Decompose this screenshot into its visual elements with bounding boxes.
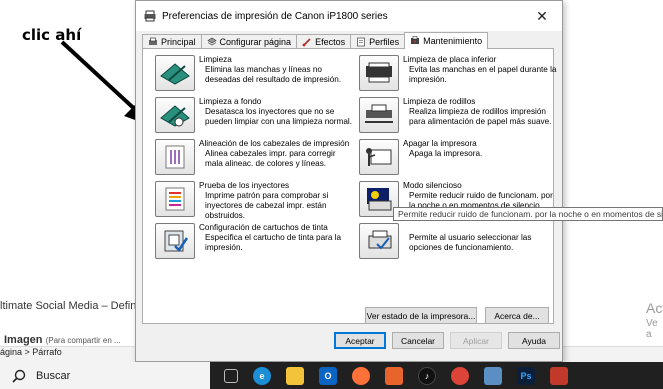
power-off-icon (366, 148, 392, 166)
firefox-icon[interactable] (352, 366, 370, 385)
option-title: Prueba de los inyectores (199, 181, 290, 190)
maintenance-panel: Limpieza Elimina las manchas y líneas no… (142, 48, 556, 324)
brush-icon (302, 38, 311, 47)
taskbar-search-box[interactable]: Buscar (0, 362, 210, 389)
tab-label: Configurar página (219, 37, 292, 47)
activate-windows-watermark-sub: Ve a (646, 318, 658, 340)
activate-windows-watermark: Act (646, 300, 663, 316)
maintenance-option-deep-cleaning: Limpieza a fondo Desatasca los inyectore… (155, 97, 355, 137)
option-description: Desatasca los inyectores que no se puede… (205, 107, 352, 126)
tab-configurar-pagina[interactable]: Configurar página (200, 34, 298, 49)
view-printer-status-button[interactable]: Ver estado de la impresora... (365, 307, 477, 324)
printer-icon (149, 37, 157, 45)
photoshop-icon[interactable]: Ps (517, 366, 535, 385)
custom-settings-button[interactable] (359, 223, 399, 259)
background-document-heading: Imagen (Para compartir en ... (4, 334, 121, 346)
deep-cleaning-icon (160, 105, 190, 127)
custom-settings-icon (368, 230, 392, 250)
tab-bar: Principal Configurar página Efectos Perf… (142, 32, 489, 49)
ink-cartridge-button[interactable] (155, 223, 195, 259)
ok-button[interactable]: Aceptar (334, 332, 386, 349)
maintenance-option-roller-cleaning: Limpieza de rodillos Realiza limpieza de… (359, 97, 559, 137)
tab-label: Efectos (315, 37, 346, 47)
apply-button: Aplicar (450, 332, 502, 349)
maintenance-option-nozzle-check: Prueba de los inyectores Imprime patrón … (155, 181, 355, 221)
option-title: Apagar la impresora (403, 139, 477, 148)
edge-icon[interactable]: e (253, 366, 271, 385)
maintenance-icon (411, 36, 420, 44)
option-title: Configuración de cartuchos de tinta (199, 223, 328, 232)
cancel-button[interactable]: Cancelar (392, 332, 444, 349)
nozzle-check-button[interactable] (155, 181, 195, 217)
printer-icon (144, 10, 156, 22)
option-title: Limpieza a fondo (199, 97, 262, 106)
maintenance-option-head-alignment: Alineación de los cabezales de impresión… (155, 139, 355, 179)
quiet-mode-icon (367, 188, 392, 211)
option-description: Permite al usuario seleccionar las opcio… (409, 233, 532, 252)
maintenance-option-bottom-plate-cleaning: Limpieza de placa inferior Evita las man… (359, 55, 559, 95)
background-document-line: ltimate Social Media – Definir (0, 300, 143, 312)
option-description: Imprime patrón para comprobar si inyecto… (205, 191, 329, 220)
profile-icon (357, 37, 365, 47)
option-description: Realiza limpieza de rodillos impresión p… (409, 107, 552, 126)
option-title: Limpieza de placa inferior (403, 55, 497, 64)
head-alignment-button[interactable] (155, 139, 195, 175)
outlook-icon[interactable]: O (319, 366, 337, 385)
help-button[interactable]: Ayuda (508, 332, 560, 349)
file-explorer-icon[interactable] (286, 366, 304, 385)
option-title: Limpieza (199, 55, 232, 64)
cleaning-icon (160, 63, 190, 85)
option-description: Evita las manchas en el papel durante la… (409, 65, 557, 84)
tab-mantenimiento[interactable]: Mantenimiento (404, 32, 489, 49)
ink-cartridge-icon (164, 230, 189, 252)
maintenance-option-cleaning: Limpieza Elimina las manchas y líneas no… (155, 55, 355, 95)
printing-preferences-dialog: Preferencias de impresión de Canon iP180… (135, 0, 563, 362)
option-title: Alineación de los cabezales de impresión (199, 139, 350, 148)
roller-cleaning-button[interactable] (359, 97, 399, 133)
search-icon (12, 369, 26, 383)
tab-label: Perfiles (369, 37, 400, 47)
snipping-icon[interactable] (484, 366, 502, 385)
photos-icon[interactable] (385, 366, 403, 385)
roller-cleaning-icon (365, 104, 393, 123)
task-view-icon[interactable] (224, 368, 238, 383)
maintenance-option-ink-cartridge: Configuración de cartuchos de tinta Espe… (155, 223, 355, 263)
power-off-button[interactable] (359, 139, 399, 175)
maintenance-option-custom-settings: Permite al usuario seleccionar las opcio… (359, 223, 559, 263)
tab-label: Mantenimiento (423, 36, 483, 46)
dialog-title: Preferencias de impresión de Canon iP180… (162, 10, 388, 22)
title-bar[interactable]: Preferencias de impresión de Canon iP180… (136, 1, 562, 31)
deep-cleaning-button[interactable] (155, 97, 195, 133)
option-description: Apaga la impresora. (409, 149, 483, 158)
search-label: Buscar (36, 369, 71, 382)
bottom-plate-cleaning-button[interactable] (359, 55, 399, 91)
nozzle-check-icon (165, 187, 185, 211)
chrome-icon[interactable] (451, 366, 469, 385)
tiktok-icon[interactable]: ♪ (418, 366, 436, 385)
alignment-icon (165, 145, 185, 169)
option-description: Elimina las manchas y líneas no deseadas… (205, 65, 342, 84)
unknown-app-icon[interactable] (550, 366, 568, 385)
bottom-plate-cleaning-icon (366, 62, 392, 83)
option-description: Alinea cabezales impr. para corregir mal… (205, 149, 336, 168)
layers-icon (206, 37, 217, 46)
tab-perfiles[interactable]: Perfiles (350, 34, 406, 49)
option-title: Limpieza de rodillos (403, 97, 476, 106)
tab-label: Principal (161, 37, 196, 47)
quiet-mode-tooltip: Permite reducir ruido de funcionam. por … (393, 207, 663, 221)
breadcrumb[interactable]: ágina > Párrafo (0, 347, 62, 357)
taskbar: Buscar e O ♪ Ps (0, 362, 663, 389)
maintenance-option-power-off: Apagar la impresora Apaga la impresora. (359, 139, 559, 179)
tab-efectos[interactable]: Efectos (296, 34, 352, 49)
option-description: Especifica el cartucho de tinta para la … (205, 233, 342, 252)
cleaning-button[interactable] (155, 55, 195, 91)
close-button[interactable]: ✕ (522, 8, 562, 25)
option-title: Modo silencioso (403, 181, 462, 190)
tab-principal[interactable]: Principal (142, 34, 202, 49)
about-button[interactable]: Acerca de... (485, 307, 549, 324)
